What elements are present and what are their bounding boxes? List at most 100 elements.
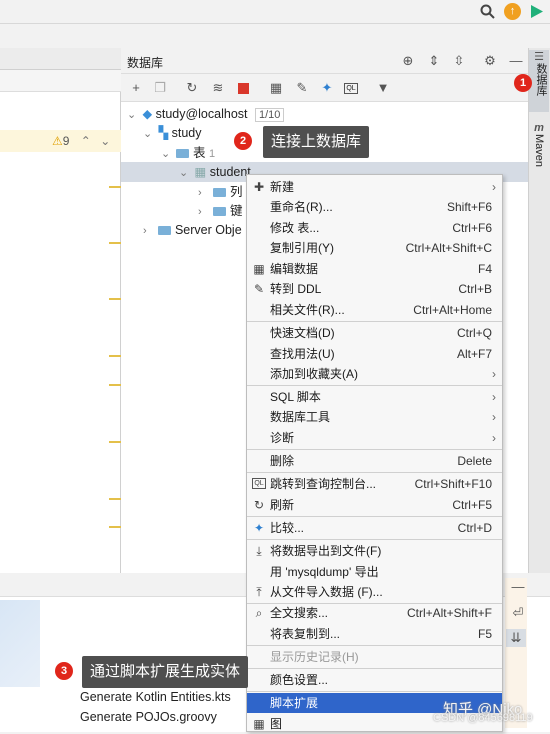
tree-keys-folder[interactable]: › 键 (198, 201, 242, 221)
filter-icon[interactable]: ▼ (374, 79, 392, 97)
menu-item-sql-scripts[interactable]: SQL 脚本 › (247, 387, 502, 407)
menu-item-quick-doc[interactable]: 快速文档(D) Ctrl+Q (247, 323, 502, 343)
menu-item-label: 全文搜索... (270, 606, 329, 620)
schema-icon: ▚ (158, 126, 169, 140)
menu-item-copy-reference[interactable]: 复制引用(Y) Ctrl+Alt+Shift+C (247, 238, 502, 258)
menu-separator (247, 691, 502, 692)
menu-item-label: 图 (270, 717, 283, 731)
minimize-icon[interactable]: — (509, 578, 527, 596)
import-icon: ⤒ (256, 585, 262, 599)
chevron-down-icon[interactable]: ⌄ (143, 124, 155, 144)
menu-item-show-history[interactable]: 显示历史记录(H) (247, 647, 502, 667)
target-icon[interactable]: ⊕ (399, 52, 417, 70)
expand-all-icon[interactable]: ⇕ (425, 52, 443, 70)
menu-item-rename[interactable]: 重命名(R)... Shift+F6 (247, 197, 502, 217)
gutter-mark (109, 441, 121, 443)
menu-item-compare[interactable]: ✦ 比较... Ctrl+D (247, 518, 502, 538)
tree-server-objects[interactable]: › Server Obje (143, 220, 242, 240)
menu-item-label: 显示历史记录(H) (270, 650, 359, 664)
run-icon[interactable] (528, 3, 545, 23)
folder-icon (158, 226, 172, 236)
menu-item-db-tools[interactable]: 数据库工具 › (247, 407, 502, 427)
menu-item-shortcut: Ctrl+Alt+Home (413, 303, 492, 317)
console-icon[interactable]: QL (344, 83, 358, 94)
editor-tabs-row2 (0, 70, 121, 92)
menu-item-export-file[interactable]: ⤓ 将数据导出到文件(F) (247, 541, 502, 561)
refresh-icon[interactable]: ↻ (183, 79, 201, 97)
edit-icon[interactable]: ✎ (293, 79, 311, 97)
soft-wrap-icon[interactable]: ⏎ (509, 604, 527, 622)
menu-item-shortcut: F5 (477, 627, 492, 641)
table-icon[interactable]: ▦ (267, 79, 285, 97)
minimize-icon[interactable]: — (507, 52, 525, 70)
prev-warning-icon[interactable]: ⌃ (81, 134, 91, 148)
menu-item-mysqldump[interactable]: 用 'mysqldump' 导出 (247, 562, 502, 582)
menu-item-label: 修改 表... (270, 221, 320, 235)
tab-database[interactable]: ☰ 数据库 (529, 50, 549, 112)
menu-item-label: 将表复制到... (270, 627, 341, 641)
menu-item-full-text-search[interactable]: ⌕ 全文搜索... Ctrl+Alt+Shift+F (247, 603, 502, 623)
warning-indicator[interactable]: ⚠9 ⌃ ⌄ (52, 134, 110, 148)
collapse-all-icon[interactable]: ⇳ (450, 52, 468, 70)
menu-item-import-file[interactable]: ⤒ 从文件导入数据 (F)... (247, 582, 502, 602)
gutter-mark (109, 186, 121, 188)
menu-item-edit-data[interactable]: ▦ 编辑数据 F4 (247, 259, 502, 279)
menu-item-jump-console[interactable]: QL 跳转到查询控制台... Ctrl+Shift+F10 (247, 474, 502, 494)
tree-columns-folder[interactable]: › 列 (198, 182, 242, 202)
submenu-item-pojos[interactable]: Generate POJOs.groovy (0, 707, 246, 727)
menu-item-color-settings[interactable]: 颜色设置... (247, 670, 502, 690)
menu-separator (247, 449, 502, 450)
chevron-right-icon[interactable]: › (198, 202, 210, 222)
menu-item-shortcut: Ctrl+Q (456, 326, 492, 340)
tree-tables-folder[interactable]: ⌄ 表 1 (161, 143, 215, 163)
menu-item-related-files[interactable]: 相关文件(R)... Ctrl+Alt+Home (247, 300, 502, 320)
update-icon[interactable]: ↑ (504, 3, 521, 20)
schema-icon[interactable]: ≋ (209, 79, 227, 97)
menu-separator (247, 385, 502, 386)
stop-icon[interactable] (238, 83, 249, 94)
menu-item-modify-table[interactable]: 修改 表... Ctrl+F6 (247, 218, 502, 238)
chevron-right-icon[interactable]: › (198, 183, 210, 203)
chevron-down-icon[interactable]: ⌄ (161, 144, 173, 164)
menu-item-label: 删除 (270, 454, 295, 468)
menu-item-shortcut: Ctrl+Shift+F10 (414, 477, 492, 491)
menu-item-diagnostics[interactable]: 诊断 › (247, 428, 502, 448)
menu-item-shortcut: Ctrl+B (458, 282, 492, 296)
menu-item-delete[interactable]: 删除 Delete (247, 451, 502, 471)
tab-maven[interactable]: m Maven (529, 122, 549, 176)
database-toolbar: + ❐ ↻ ≋ ▦ ✎ ✦ QL ▼ (121, 74, 528, 102)
console-icon: QL (252, 478, 266, 489)
menu-item-goto-ddl[interactable]: ✎ 转到 DDL Ctrl+B (247, 279, 502, 299)
submenu-item-kotlin[interactable]: Generate Kotlin Entities.kts (0, 687, 246, 707)
pencil-icon: ✎ (253, 282, 265, 296)
search-icon[interactable] (480, 4, 496, 23)
menu-item-refresh[interactable]: ↻ 刷新 Ctrl+F5 (247, 495, 502, 515)
menu-item-add-favorites[interactable]: 添加到收藏夹(A) › (247, 364, 502, 384)
tree-connection[interactable]: ⌄ ◆ study@localhost 1/10 (127, 104, 285, 125)
menu-item-shortcut: Shift+F6 (446, 200, 492, 214)
chevron-right-icon: › (492, 367, 496, 381)
menu-separator (247, 516, 502, 517)
jump-icon[interactable]: ✦ (318, 79, 336, 97)
folder-icon (213, 188, 227, 198)
menu-item-label: 重命名(R)... (270, 200, 333, 214)
menu-item-copy-table[interactable]: 将表复制到... F5 (247, 624, 502, 644)
menu-item-shortcut: Delete (457, 454, 492, 468)
next-warning-icon[interactable]: ⌄ (100, 134, 110, 148)
menu-item-new[interactable]: ✚ 新建 › (247, 177, 502, 197)
scroll-to-end-icon[interactable]: ⇊ (506, 629, 526, 647)
menu-item-find-usages[interactable]: 查找用法(U) Alt+F7 (247, 344, 502, 364)
tree-schema[interactable]: ⌄ ▚ study (143, 123, 201, 143)
chevron-right-icon[interactable]: › (143, 221, 155, 241)
add-icon[interactable]: + (127, 79, 145, 97)
compare-icon: ✦ (253, 521, 265, 535)
gear-icon[interactable]: ⚙ (481, 52, 499, 70)
annotation-badge-2: 2 (234, 132, 252, 150)
menu-item-label: 数据库工具 (270, 410, 331, 424)
copy-icon[interactable]: ❐ (151, 79, 169, 97)
chevron-down-icon[interactable]: ⌄ (127, 105, 139, 125)
tables-count: 1 (208, 148, 216, 160)
chevron-down-icon[interactable]: ⌄ (179, 163, 191, 183)
menu-item-label: 将数据导出到文件(F) (270, 544, 382, 558)
menu-separator (247, 539, 502, 540)
